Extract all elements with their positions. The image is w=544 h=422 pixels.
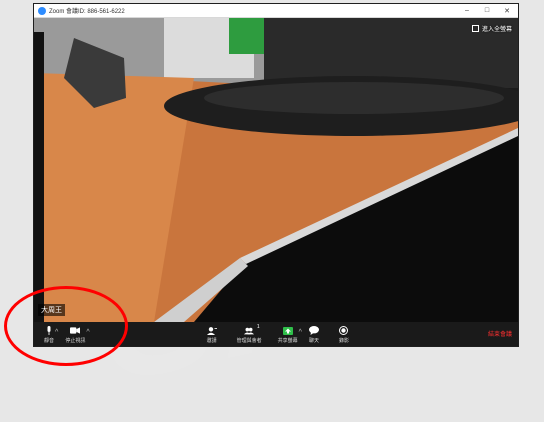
record-label: 錄影 [338,338,349,344]
invite-button[interactable]: 邀請 [206,322,217,344]
annotation-circle [4,286,128,366]
record-icon [339,326,349,335]
participants-icon [244,326,255,335]
manage-participants-label: 管理與會者 [236,338,262,344]
minimize-button[interactable]: – [462,7,472,15]
fullscreen-button[interactable]: 進入全螢幕 [471,24,512,33]
video-feed: 進入全螢幕 [34,18,518,322]
invite-label: 邀請 [206,338,217,344]
fullscreen-label: 進入全螢幕 [481,27,512,33]
zoom-app-icon [38,6,46,15]
invite-icon [206,326,217,335]
fullscreen-icon [471,25,479,32]
maximize-button[interactable]: □ [482,7,492,15]
chat-button[interactable]: 聊天 [308,322,319,344]
share-screen-button[interactable]: 共享螢幕 [278,322,298,344]
close-button[interactable]: ✕ [502,7,512,15]
end-meeting-button[interactable]: 結束會議 [488,329,512,344]
share-screen-label: 共享螢幕 [277,338,298,344]
camera-image [34,18,518,322]
title-bar: Zoom 會議ID: 886-561-6222 – □ ✕ [34,4,518,18]
record-button[interactable]: 錄影 [339,322,349,344]
share-screen-icon [282,326,293,335]
zoom-meeting-window: Zoom 會議ID: 886-561-6222 – □ ✕ 進入全螢幕 大周王 … [34,4,518,346]
share-options-caret[interactable]: ^ [299,329,302,336]
chat-label: 聊天 [308,338,319,344]
participants-count: 1 [256,324,260,330]
window-title: Zoom 會議ID: 886-561-6222 [49,9,125,15]
window-controls: – □ ✕ [462,7,518,15]
chat-icon [308,326,319,335]
manage-participants-button[interactable]: 1 管理與會者 [237,322,262,344]
